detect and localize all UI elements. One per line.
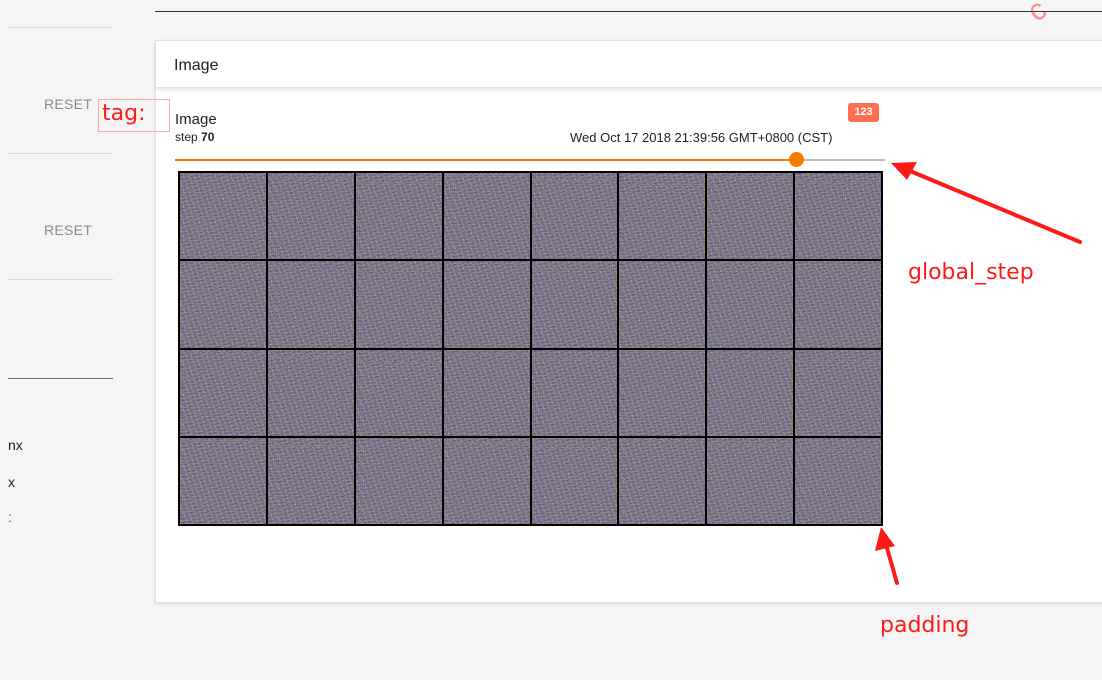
padding-arrow-icon [875,527,899,585]
annotation-arrows [875,162,1082,585]
global-step-arrow-icon [891,162,1082,244]
